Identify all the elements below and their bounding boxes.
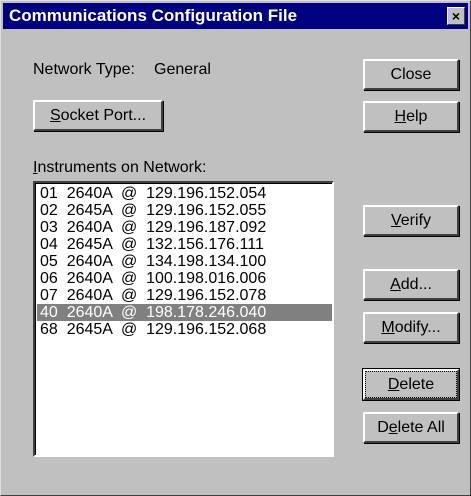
modify-button[interactable]: Modify... <box>363 312 459 343</box>
window-title: Communications Configuration File <box>9 6 298 25</box>
config-dialog: Communications Configuration File × Netw… <box>0 0 471 496</box>
close-icon[interactable]: × <box>447 7 465 25</box>
list-item[interactable]: 02 2645A @ 129.196.152.055 <box>37 202 332 219</box>
list-item[interactable]: 68 2645A @ 129.196.152.068 <box>37 321 332 338</box>
delete-all-button[interactable]: Delete All <box>363 412 459 443</box>
socket-port-button[interactable]: Socket Port... <box>33 100 163 131</box>
list-item[interactable]: 01 2640A @ 129.196.152.054 <box>37 185 332 202</box>
delete-button[interactable]: Delete <box>362 368 460 401</box>
title-bar[interactable]: Communications Configuration File × <box>3 3 468 29</box>
list-item[interactable]: 06 2640A @ 100.198.016.006 <box>37 270 332 287</box>
close-button[interactable]: Close <box>363 59 459 90</box>
network-type-label: Network Type: <box>33 61 135 78</box>
add-button[interactable]: Add... <box>363 269 459 300</box>
instruments-label: Instruments on Network: <box>33 159 207 176</box>
list-item[interactable]: 03 2640A @ 129.196.187.092 <box>37 219 332 236</box>
help-button[interactable]: Help <box>363 101 459 132</box>
list-item[interactable]: 04 2645A @ 132.156.176.111 <box>37 236 332 253</box>
list-item[interactable]: 40 2640A @ 198.178.246.040 <box>37 304 332 321</box>
network-type-value: General <box>154 61 211 78</box>
verify-button[interactable]: Verify <box>363 205 459 236</box>
instruments-list[interactable]: 01 2640A @ 129.196.152.054 02 2645A @ 129… <box>33 181 334 457</box>
list-item[interactable]: 07 2640A @ 129.196.152.078 <box>37 287 332 304</box>
list-item[interactable]: 05 2640A @ 134.198.134.100 <box>37 253 332 270</box>
